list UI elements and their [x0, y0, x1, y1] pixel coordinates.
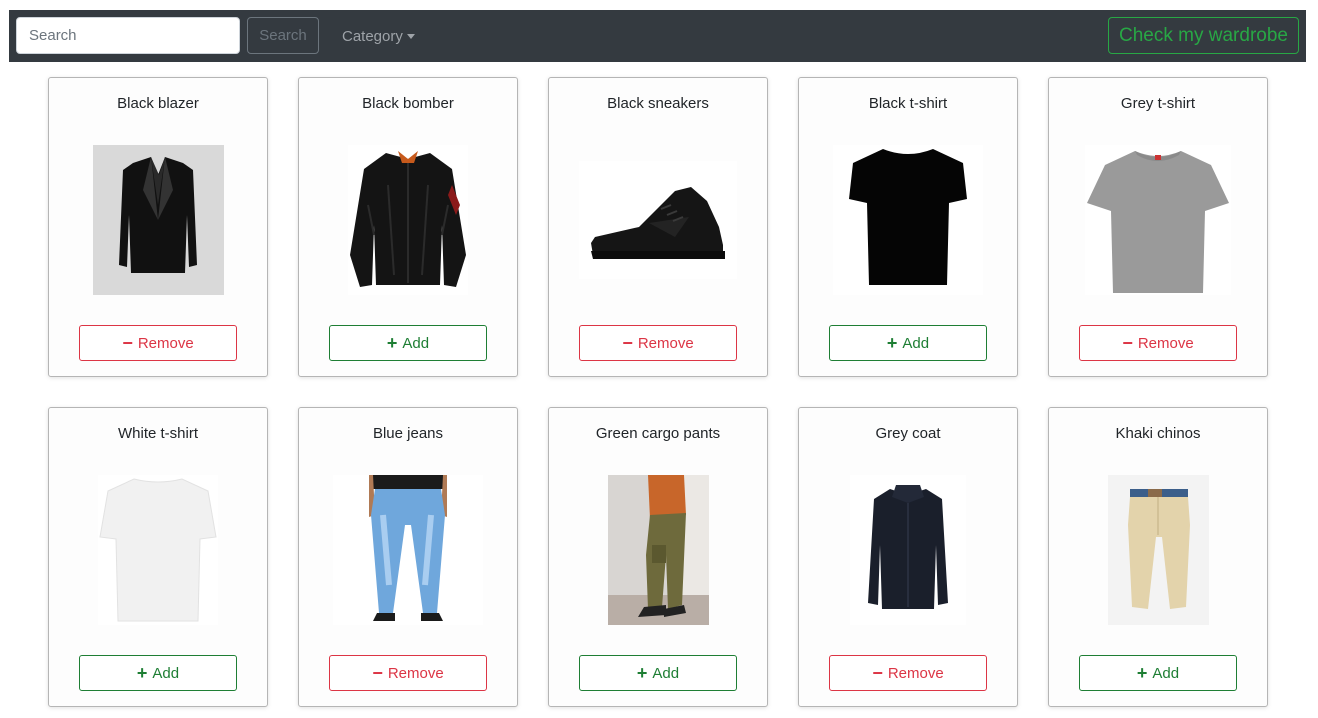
product-title: Black bomber — [362, 95, 454, 112]
button-label: Add — [1152, 664, 1180, 682]
search-input[interactable] — [16, 17, 240, 54]
cargo-pants-icon — [607, 475, 709, 625]
product-image — [549, 475, 767, 625]
category-label: Category — [342, 27, 403, 45]
product-image — [299, 145, 517, 295]
product-title: Black t-shirt — [868, 95, 948, 112]
product-card: Black blazer − Remove — [48, 77, 268, 377]
plus-icon: + — [886, 333, 898, 353]
plus-icon: + — [386, 333, 398, 353]
button-label: Remove — [387, 664, 444, 682]
minus-icon: − — [122, 333, 133, 353]
minus-icon: − — [1122, 333, 1133, 353]
search-button[interactable]: Search — [247, 17, 319, 54]
product-title: Green cargo pants — [595, 425, 721, 442]
product-title: Grey coat — [875, 425, 941, 442]
product-card: Black t-shirt + Add — [798, 77, 1018, 377]
product-card: Grey t-shirt − Remove — [1048, 77, 1268, 377]
add-button[interactable]: + Add — [1079, 655, 1237, 691]
add-button[interactable]: + Add — [329, 325, 487, 361]
bomber-jacket-icon — [348, 145, 468, 295]
button-label: Remove — [1137, 334, 1194, 352]
remove-button[interactable]: − Remove — [329, 655, 487, 691]
product-card: Black bomber + Add — [298, 77, 518, 377]
tshirt-icon — [98, 475, 218, 625]
button-label: Remove — [637, 334, 694, 352]
product-card: Grey coat − Remove — [798, 407, 1018, 707]
button-label: Remove — [887, 664, 944, 682]
product-title: Black sneakers — [607, 95, 709, 112]
tshirt-icon — [1085, 145, 1231, 295]
product-card: White t-shirt + Add — [48, 407, 268, 707]
add-button[interactable]: + Add — [829, 325, 987, 361]
minus-icon: − — [872, 663, 883, 683]
button-label: Add — [152, 664, 180, 682]
category-dropdown[interactable]: Category — [342, 25, 415, 47]
product-grid: Black blazer − Remove Black bomber + Add… — [48, 77, 1269, 707]
plus-icon: + — [136, 663, 148, 683]
sneaker-icon — [579, 161, 737, 279]
product-title: Khaki chinos — [1115, 425, 1201, 442]
remove-button[interactable]: − Remove — [1079, 325, 1237, 361]
product-title: Blue jeans — [372, 425, 444, 442]
product-image — [1049, 475, 1267, 625]
product-card: Green cargo pants + Add — [548, 407, 768, 707]
button-label: Remove — [137, 334, 194, 352]
minus-icon: − — [372, 663, 383, 683]
product-title: White t-shirt — [117, 425, 198, 442]
product-card: Black sneakers − Remove — [548, 77, 768, 377]
product-card: Khaki chinos + Add — [1048, 407, 1268, 707]
product-title: Black blazer — [117, 95, 199, 112]
add-button[interactable]: + Add — [579, 655, 737, 691]
product-image — [49, 145, 267, 295]
remove-button[interactable]: − Remove — [79, 325, 237, 361]
product-card: Blue jeans − Remove — [298, 407, 518, 707]
blazer-icon — [92, 145, 224, 295]
button-label: Add — [902, 334, 930, 352]
chinos-icon — [1107, 475, 1209, 625]
jeans-icon — [333, 475, 483, 625]
minus-icon: − — [622, 333, 633, 353]
remove-button[interactable]: − Remove — [829, 655, 987, 691]
product-image — [49, 475, 267, 625]
product-image — [799, 475, 1017, 625]
remove-button[interactable]: − Remove — [579, 325, 737, 361]
tshirt-icon — [833, 145, 983, 295]
product-image — [1049, 145, 1267, 295]
check-wardrobe-button[interactable]: Check my wardrobe — [1108, 17, 1299, 54]
product-image — [799, 145, 1017, 295]
button-label: Add — [402, 334, 430, 352]
product-image — [549, 145, 767, 295]
button-label: Add — [652, 664, 680, 682]
top-navbar: Search Category Check my wardrobe — [9, 10, 1306, 62]
plus-icon: + — [1136, 663, 1148, 683]
add-button[interactable]: + Add — [79, 655, 237, 691]
product-image — [299, 475, 517, 625]
plus-icon: + — [636, 663, 648, 683]
caret-down-icon — [406, 34, 415, 39]
product-title: Grey t-shirt — [1120, 95, 1196, 112]
coat-icon — [850, 475, 966, 625]
